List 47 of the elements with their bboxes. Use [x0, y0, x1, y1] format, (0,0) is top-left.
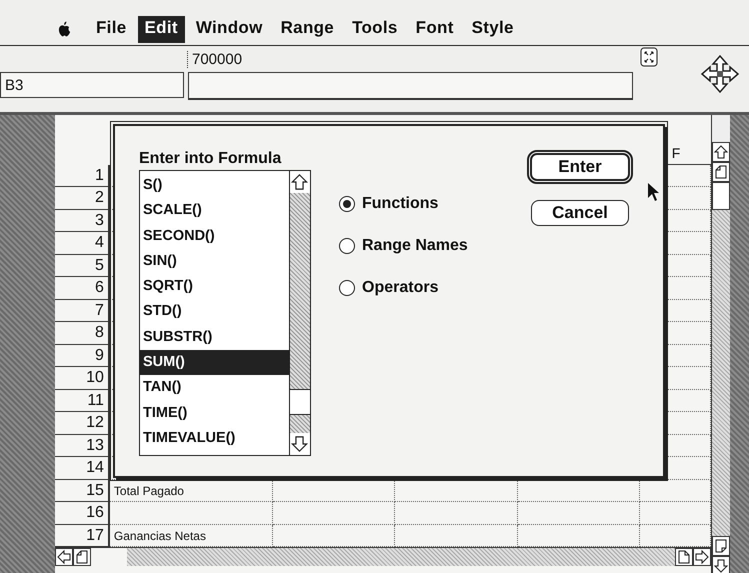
menu-item[interactable]: Edit [138, 16, 185, 43]
list-item[interactable]: SECOND() [140, 224, 289, 249]
enter-button[interactable]: Enter [527, 150, 633, 184]
row-number[interactable]: 15 [54, 480, 110, 502]
menu-item[interactable]: File [89, 16, 134, 43]
formula-entry-field[interactable] [188, 72, 633, 100]
menu-item[interactable]: Style [464, 16, 521, 43]
left-arrow-icon[interactable] [54, 548, 73, 566]
list-item[interactable]: TIMEVALUE() [140, 426, 289, 452]
radio-button[interactable] [339, 280, 355, 296]
menu-item[interactable]: Font [408, 16, 461, 43]
page-icon[interactable] [675, 548, 694, 566]
radio-label[interactable]: Range Names [362, 237, 468, 255]
zoom-box-icon[interactable] [640, 47, 658, 67]
list-item[interactable]: SCALE() [140, 198, 289, 224]
list-item[interactable]: TIME() [140, 400, 289, 426]
scroll-thumb[interactable] [290, 389, 310, 415]
cell-reference-field[interactable]: B3 [0, 72, 184, 98]
table-cell: Ganancias Netas [110, 524, 273, 547]
scroll-thumb[interactable] [712, 182, 730, 210]
radio-button[interactable] [339, 196, 355, 212]
page-icon[interactable] [72, 548, 91, 566]
radio-button[interactable] [339, 238, 355, 254]
list-item[interactable]: SUM() [140, 350, 289, 376]
list-item[interactable]: SIN() [140, 248, 289, 274]
page-icon[interactable] [712, 536, 730, 556]
apple-icon[interactable] [58, 21, 71, 37]
function-list[interactable]: S() SCALE() SECOND() SIN() SQRT() STD() SUBSTR() SUM() TAN() TIME() TIMEVALUE() [139, 170, 311, 456]
menu-item[interactable]: Window [188, 16, 270, 43]
cell-contents: 700000 [187, 50, 242, 68]
list-item[interactable]: S() [140, 173, 289, 198]
row-number[interactable]: 16 [54, 502, 110, 524]
mouse-pointer-icon [647, 182, 659, 202]
dialog-title: Enter into Formula [139, 150, 282, 168]
right-arrow-icon[interactable] [693, 548, 712, 566]
page-icon[interactable] [712, 162, 730, 182]
list-item[interactable]: TAN() [140, 375, 289, 401]
list-item[interactable]: SUBSTR() [140, 324, 289, 350]
radio-label[interactable]: Functions [362, 195, 438, 213]
list-item[interactable]: STD() [140, 299, 289, 325]
cancel-button[interactable]: Cancel [531, 200, 629, 226]
radio-label[interactable]: Operators [362, 279, 438, 297]
menu-item[interactable]: Tools [345, 16, 405, 43]
move-arrows-icon[interactable] [700, 54, 740, 94]
menu-item[interactable]: Range [274, 16, 342, 43]
list-item[interactable]: SQRT() [140, 274, 289, 300]
scroll-track[interactable] [290, 415, 310, 433]
